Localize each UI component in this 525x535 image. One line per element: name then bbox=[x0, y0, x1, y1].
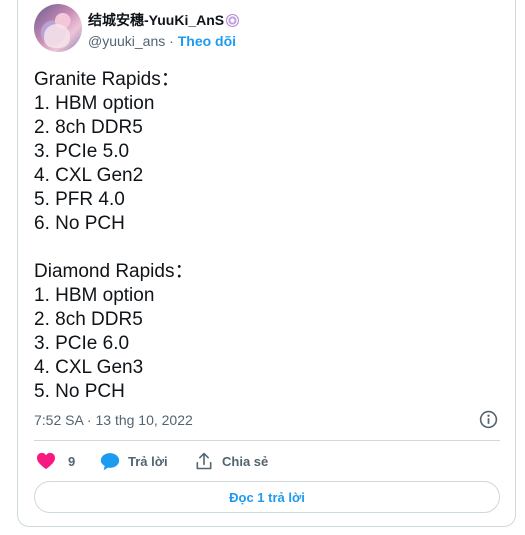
tweet-line: 6. No PCH bbox=[34, 213, 125, 234]
share-label: Chia sẻ bbox=[222, 453, 269, 469]
tweet-line: Granite Rapids： bbox=[34, 69, 180, 90]
share-icon bbox=[196, 452, 212, 470]
tweet-line: 2. 8ch DDR5 bbox=[34, 117, 143, 138]
tweet-line: 4. CXL Gen3 bbox=[34, 357, 144, 378]
divider bbox=[34, 440, 500, 441]
author-name-row[interactable]: 结城安穗-YuuKi_AnS bbox=[88, 10, 240, 30]
tweet-line: 2. 8ch DDR5 bbox=[34, 309, 143, 330]
read-replies-button[interactable]: Đọc 1 trả lời bbox=[34, 481, 500, 513]
read-replies-label: Đọc 1 trả lời bbox=[229, 489, 305, 505]
avatar[interactable] bbox=[34, 4, 82, 52]
tweet-timestamp[interactable]: 7:52 SA · 13 thg 10, 2022 bbox=[34, 412, 193, 428]
tweet-line: 3. PCIe 6.0 bbox=[34, 333, 130, 354]
badge-icon bbox=[226, 14, 240, 27]
tweet-line: 1. HBM option bbox=[34, 93, 155, 114]
share-button[interactable]: Chia sẻ bbox=[194, 450, 268, 472]
like-count: 9 bbox=[68, 453, 76, 469]
tweet-line: 5. PFR 4.0 bbox=[34, 189, 125, 210]
tweet-line: Diamond Rapids： bbox=[34, 261, 194, 282]
tweet-line: 3. PCIe 5.0 bbox=[34, 141, 130, 162]
reply-button[interactable]: Trả lời bbox=[100, 450, 168, 472]
reply-label: Trả lời bbox=[128, 453, 168, 469]
handle-separator: · bbox=[169, 33, 174, 49]
tweet-line: 4. CXL Gen2 bbox=[34, 165, 144, 186]
reply-bubble-icon bbox=[100, 452, 120, 470]
author-handle-row: @yuuki_ans · Theo dõi bbox=[88, 33, 236, 49]
author-handle[interactable]: @yuuki_ans bbox=[88, 33, 165, 49]
like-button[interactable]: 9 bbox=[36, 450, 75, 472]
author-display-name[interactable]: 结城安穗-YuuKi_AnS bbox=[88, 12, 224, 28]
tweet-text: Granite Rapids： 1. HBM option 2. 8ch DDR… bbox=[34, 68, 504, 404]
tweet-line: 5. No PCH bbox=[34, 381, 125, 402]
tweet-line: 1. HBM option bbox=[34, 285, 155, 306]
info-icon[interactable] bbox=[479, 410, 498, 429]
action-bar: 9 Trả lời Chia sẻ bbox=[34, 450, 500, 472]
heart-icon bbox=[37, 452, 55, 470]
follow-link[interactable]: Theo dõi bbox=[178, 33, 236, 49]
